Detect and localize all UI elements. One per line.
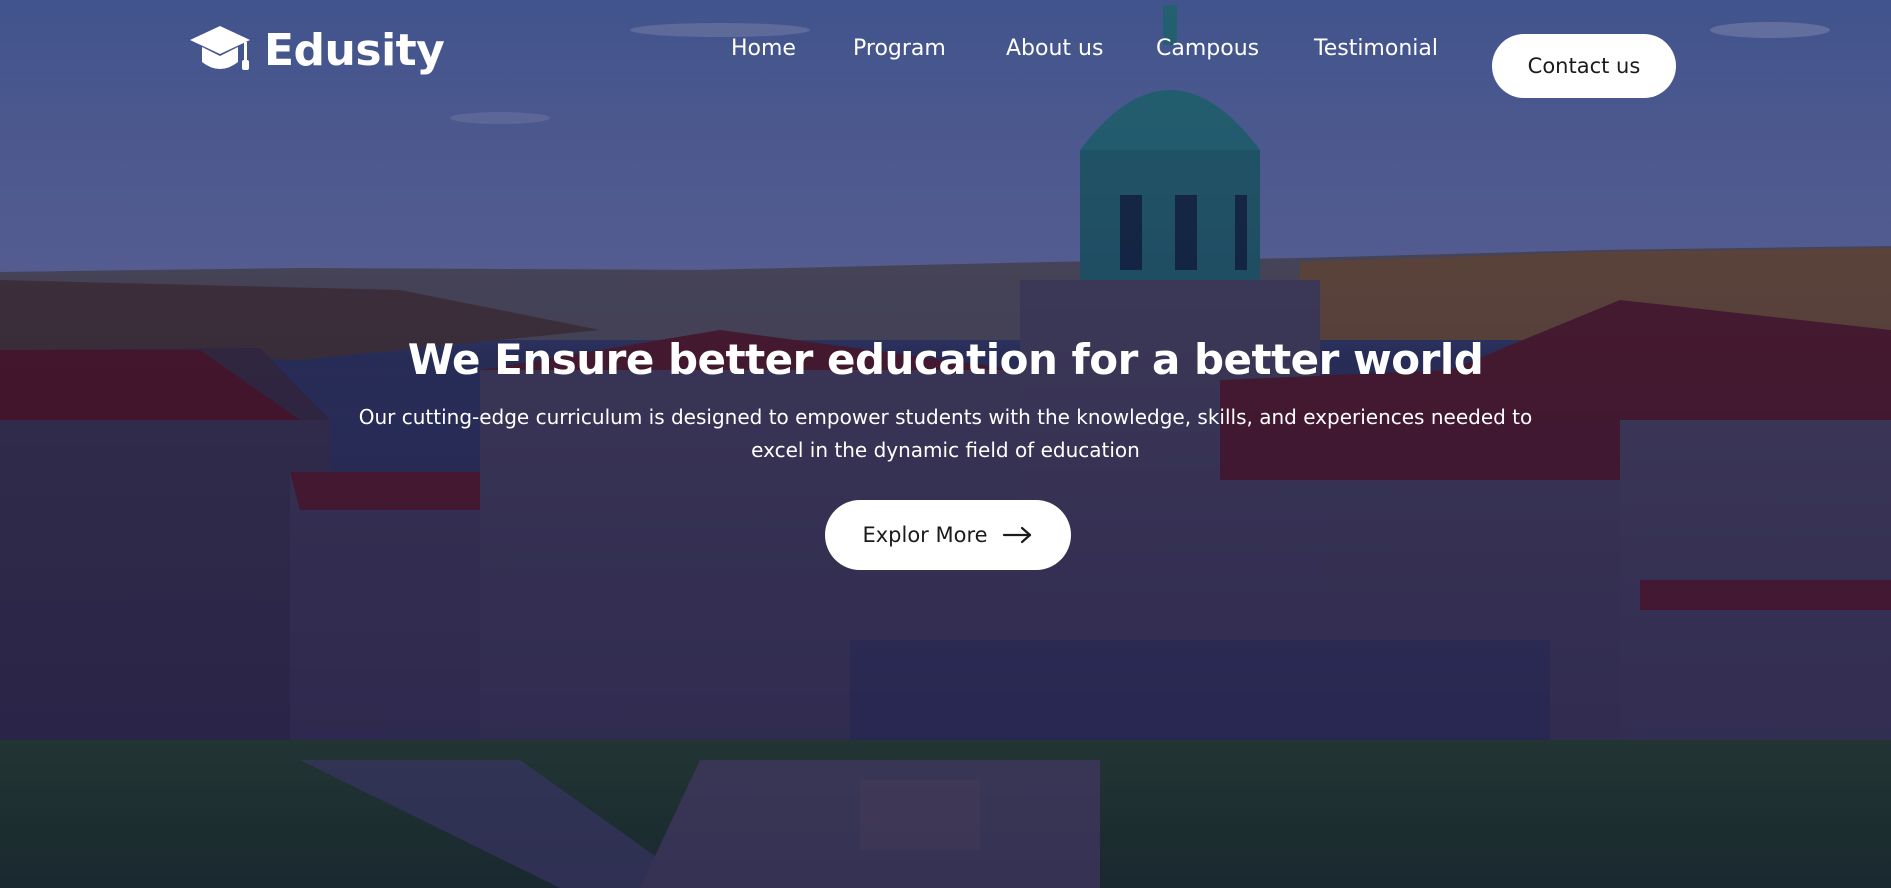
navbar: Edusity Home Program About us Campous Te… xyxy=(0,4,1891,98)
hero-title: We Ensure better education for a better … xyxy=(407,335,1484,384)
hero-subtitle: Our cutting-edge curriculum is designed … xyxy=(358,405,1533,462)
nav-item-program[interactable]: Program xyxy=(853,36,946,61)
arrow-right-icon xyxy=(1002,526,1031,544)
contact-us-button[interactable]: Contact us xyxy=(1492,34,1676,98)
nav-item-campus[interactable]: Campous xyxy=(1156,36,1259,61)
hero-text: We Ensure better education for a better … xyxy=(0,333,1891,467)
nav-links: Home Program About us Campous Testimonia… xyxy=(0,20,1891,98)
nav-item-home[interactable]: Home xyxy=(731,36,796,61)
explore-more-label: Explor More xyxy=(862,523,988,547)
nav-item-testimonial[interactable]: Testimonial xyxy=(1314,36,1438,61)
hero-section: Edusity Home Program About us Campous Te… xyxy=(0,0,1891,888)
explore-more-button[interactable]: Explor More xyxy=(825,500,1071,570)
nav-item-about-us[interactable]: About us xyxy=(1006,36,1103,61)
